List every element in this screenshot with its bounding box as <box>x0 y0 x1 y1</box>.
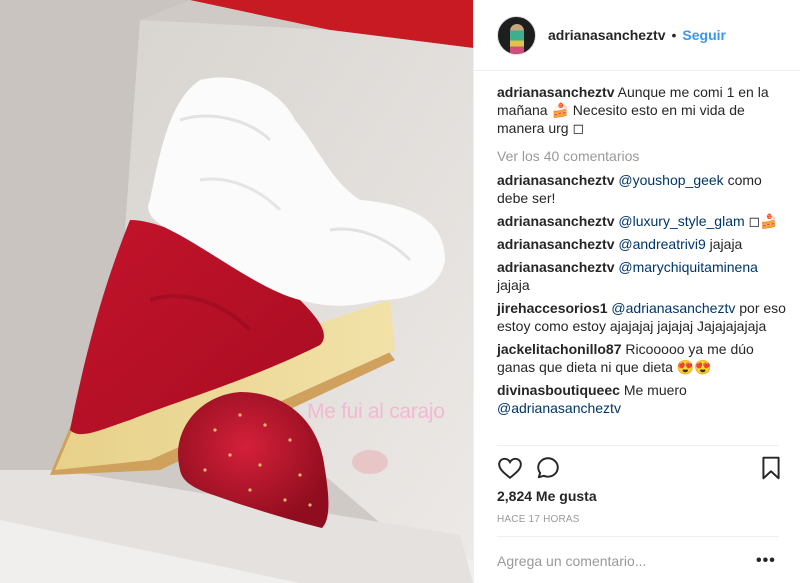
comment-text: ◻🍰 <box>744 213 778 229</box>
more-options-button[interactable]: ••• <box>756 552 776 570</box>
comment-mention[interactable]: @adrianasancheztv <box>611 300 735 316</box>
post-header: adrianasancheztv • Seguir <box>474 0 800 71</box>
post-timestamp[interactable]: Hace 17 horas <box>497 514 580 525</box>
post-photo[interactable]: Me fui al carajo <box>0 0 473 583</box>
action-bar <box>497 455 782 483</box>
comment-mention[interactable]: @marychiquitaminena <box>618 259 758 275</box>
comment-item: adrianasancheztv @youshop_geek como debe… <box>497 171 789 207</box>
header-username[interactable]: adrianasancheztv <box>548 27 666 43</box>
follow-button[interactable]: Seguir <box>682 27 726 43</box>
comment-item: jirehaccesorios1 @adrianasancheztv por e… <box>497 299 789 335</box>
comment-mention[interactable]: @andreatrivi9 <box>618 236 705 252</box>
divider <box>497 445 779 446</box>
comment-item: jackelitachonillo87 Ricooooo ya me dúo g… <box>497 340 789 376</box>
caption-username[interactable]: adrianasancheztv <box>497 84 615 100</box>
comment-item: adrianasancheztv @andreatrivi9 jajaja <box>497 235 789 253</box>
cheesecake-image <box>0 0 473 583</box>
post-side-panel: adrianasancheztv • Seguir adrianasanchez… <box>473 0 800 583</box>
comment-item: adrianasancheztv @marychiquitaminena jaj… <box>497 258 789 294</box>
comment-mention[interactable]: @adrianasancheztv <box>497 400 621 416</box>
comment-username[interactable]: adrianasancheztv <box>497 236 615 252</box>
comment-username[interactable]: adrianasancheztv <box>497 259 615 275</box>
comment-item: adrianasancheztv @luxury_style_glam ◻🍰 <box>497 212 789 230</box>
heart-icon[interactable] <box>497 455 523 481</box>
avatar[interactable] <box>497 15 536 55</box>
view-all-comments-link[interactable]: Ver los 40 comentarios <box>497 147 789 165</box>
comment-item: divinasboutiqueec Me muero @adrianasanch… <box>497 381 789 417</box>
comment-username[interactable]: adrianasancheztv <box>497 213 615 229</box>
caption: adrianasancheztv Aunque me comi 1 en la … <box>497 83 789 137</box>
comment-mention[interactable]: @youshop_geek <box>618 172 723 188</box>
comment-text: jajaja <box>497 277 530 293</box>
add-comment-input[interactable] <box>497 552 742 570</box>
comment-username[interactable]: divinasboutiqueec <box>497 382 620 398</box>
likes-count[interactable]: 2,824 Me gusta <box>497 488 597 504</box>
comment-text: jajaja <box>705 236 743 252</box>
bookmark-icon[interactable] <box>759 455 783 481</box>
divider <box>497 536 779 537</box>
comments-list: adrianasancheztv Aunque me comi 1 en la … <box>497 83 789 422</box>
header-separator: • <box>671 27 677 43</box>
photo-overlay-text: Me fui al carajo <box>307 400 445 423</box>
comment-mention[interactable]: @luxury_style_glam <box>618 213 744 229</box>
comment-icon[interactable] <box>535 455 561 481</box>
comment-username[interactable]: jirehaccesorios1 <box>497 300 608 316</box>
comment-text: Me muero <box>623 382 687 398</box>
comment-username[interactable]: adrianasancheztv <box>497 172 615 188</box>
comment-username[interactable]: jackelitachonillo87 <box>497 341 622 357</box>
